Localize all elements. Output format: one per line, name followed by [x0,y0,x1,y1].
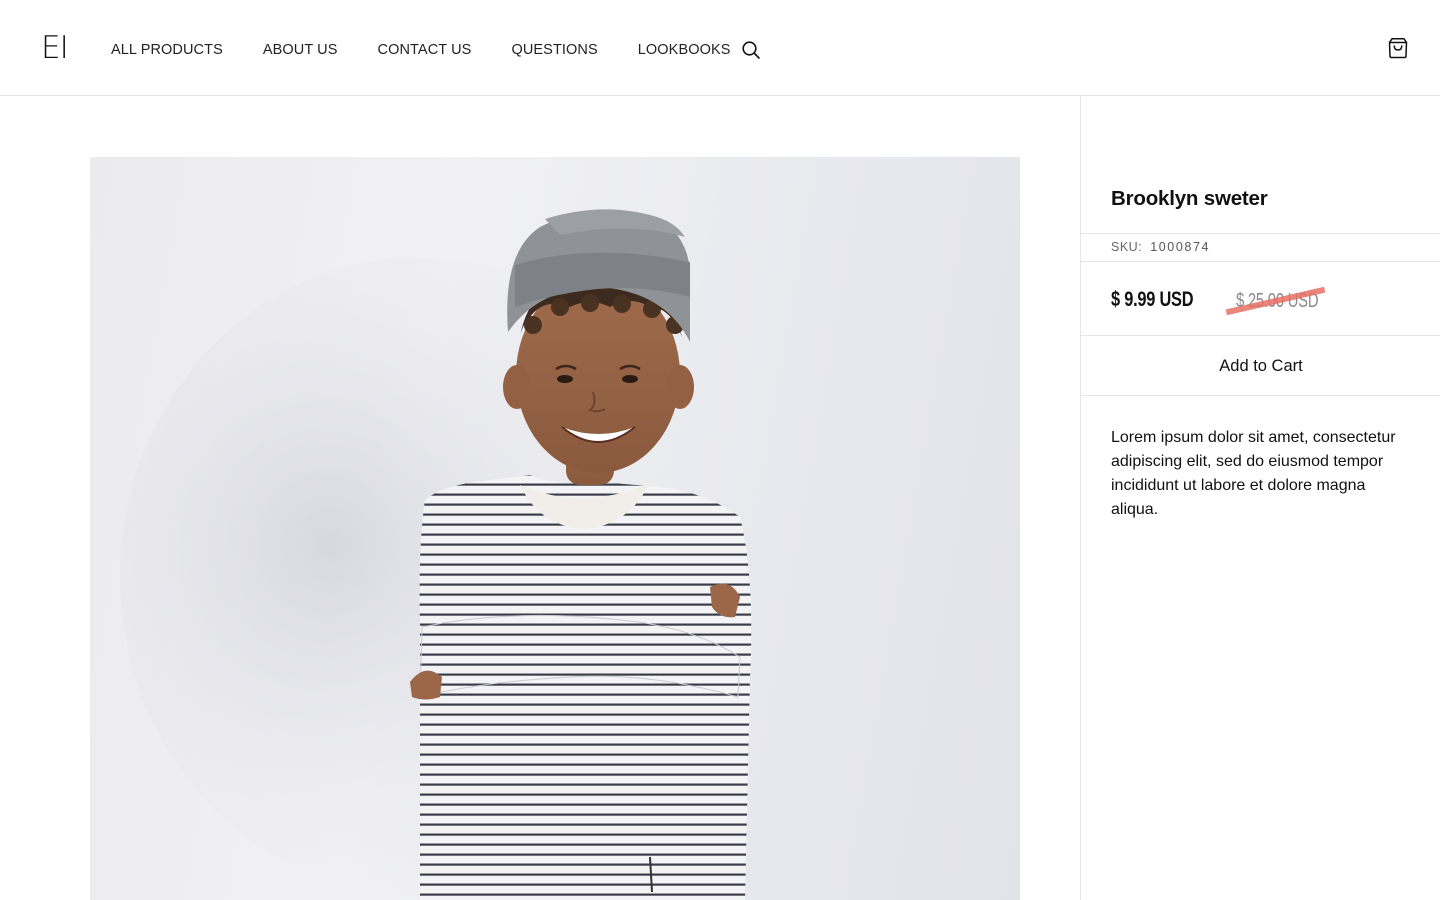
product-price: $ 9.99 USD [1111,288,1194,311]
nav-all-products[interactable]: ALL PRODUCTS [111,40,223,60]
logo[interactable]: EI [41,30,69,66]
product-gallery [0,96,1080,900]
divider [1081,261,1440,262]
sku-label: SKU: [1111,240,1143,254]
divider [1081,233,1440,234]
compare-price-block: $ 25.00 USD [1225,286,1326,316]
main-nav: ALL PRODUCTS ABOUT US CONTACT US QUESTIO… [111,40,731,60]
nav-questions[interactable]: QUESTIONS [511,40,597,60]
divider [1081,395,1440,396]
child-photo-illustration [120,209,752,900]
product-image [90,157,1020,900]
nav-contact-us[interactable]: CONTACT US [378,40,472,60]
product-description: Lorem ipsum dolor sit amet, consectetur … [1111,429,1396,518]
sku-value: 1000874 [1150,240,1211,254]
add-to-cart-button[interactable]: Add to Cart [1081,336,1440,396]
shopping-bag-icon[interactable] [1386,36,1410,60]
nav-about-us[interactable]: ABOUT US [263,40,338,60]
site-header: EI ALL PRODUCTS ABOUT US CONTACT US QUES… [0,0,1440,96]
product-details-panel: Brooklyn sweter SKU: 1000874 $ 9.99 USD … [1080,96,1440,900]
search-icon[interactable] [741,40,761,60]
product-title: Brooklyn sweter [1111,187,1268,210]
nav-lookbooks[interactable]: LOOKBOOKS [638,40,731,60]
sku-row: SKU: 1000874 [1111,238,1210,256]
